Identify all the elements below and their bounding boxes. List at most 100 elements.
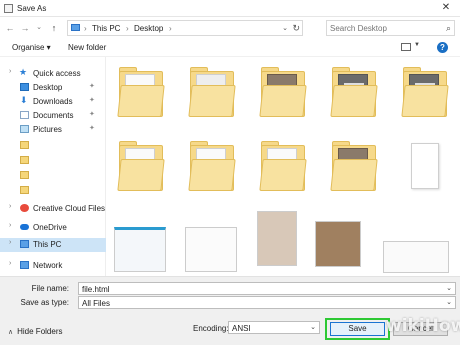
document-thumbnail[interactable]	[185, 227, 237, 272]
hide-folders-button[interactable]: ∧ Hide Folders	[8, 327, 62, 336]
file-list[interactable]	[107, 57, 460, 276]
chevron-down-icon[interactable]: ⌄	[446, 298, 452, 306]
refresh-icon[interactable]: ↻	[292, 23, 300, 34]
network-icon	[20, 261, 29, 269]
file-name-field[interactable]: ⌄	[78, 282, 456, 295]
file-item[interactable]	[397, 137, 453, 199]
address-bar: ← → ⌄ ↑ › This PC › Desktop › ⌄ ↻ ⌕	[0, 17, 460, 39]
crumb-separator: ›	[169, 24, 172, 33]
pin-icon: ✦	[89, 83, 95, 90]
folder-item[interactable]	[255, 63, 311, 125]
chevron-up-icon: ∧	[8, 329, 14, 336]
sidebar-item-creative-cloud[interactable]: › Creative Cloud Files	[0, 202, 106, 215]
folder-item[interactable]	[326, 63, 382, 125]
breadcrumb-this-pc[interactable]: This PC	[92, 24, 120, 33]
sidebar-item-folder[interactable]	[0, 184, 106, 197]
sidebar-item-label: Desktop	[33, 83, 63, 92]
sidebar-item-this-pc[interactable]: › This PC	[0, 238, 106, 252]
new-folder-button[interactable]: New folder	[68, 43, 106, 52]
chevron-down-icon[interactable]: ⌄	[446, 284, 452, 292]
this-pc-icon	[20, 240, 29, 248]
chevron-right-icon[interactable]: ›	[9, 203, 11, 210]
sidebar-item-downloads[interactable]: ⬇ Downloads ✦	[0, 95, 106, 108]
sidebar-item-onedrive[interactable]: › OneDrive	[0, 221, 106, 234]
folder-item[interactable]	[113, 63, 169, 125]
folder-item[interactable]	[255, 137, 311, 199]
folder-icon	[20, 171, 29, 179]
breadcrumb-desktop[interactable]: Desktop	[134, 24, 163, 33]
folder-icon	[20, 186, 29, 194]
document-thumbnail[interactable]	[383, 241, 449, 273]
sidebar-item-folder[interactable]	[0, 139, 106, 152]
desktop-icon	[20, 83, 29, 91]
encoding-value: ANSI	[232, 324, 251, 333]
sidebar-item-documents[interactable]: Documents ✦	[0, 109, 106, 122]
sidebar-item-label: Quick access	[33, 69, 81, 78]
pin-icon: ✦	[89, 97, 95, 104]
sidebar-item-label: Downloads	[33, 97, 73, 106]
star-icon: ★	[19, 67, 28, 77]
folder-item[interactable]	[184, 137, 240, 199]
help-icon[interactable]: ?	[437, 42, 448, 53]
sidebar-item-label: OneDrive	[33, 223, 67, 232]
sidebar-item-network[interactable]: › Network	[0, 259, 106, 272]
folder-item[interactable]	[113, 137, 169, 199]
up-arrow-icon[interactable]: ↑	[48, 22, 60, 34]
folder-item[interactable]	[326, 137, 382, 199]
save-button[interactable]: Save	[330, 322, 385, 336]
sidebar-item-folder[interactable]	[0, 169, 106, 182]
crumb-separator: ›	[126, 24, 129, 33]
chevron-right-icon[interactable]: ›	[9, 222, 11, 229]
sidebar-item-quick-access[interactable]: › ★ Quick access	[0, 67, 106, 80]
creative-cloud-icon	[20, 204, 29, 212]
sidebar-item-desktop[interactable]: Desktop ✦	[0, 81, 106, 94]
forward-arrow-icon[interactable]: →	[19, 22, 31, 34]
sidebar-item-label: Pictures	[33, 125, 62, 134]
search-icon: ⌕	[445, 23, 451, 33]
chevron-down-icon[interactable]: ▼	[414, 42, 420, 48]
sidebar-item-label: Creative Cloud Files	[33, 204, 106, 213]
chevron-right-icon[interactable]: ›	[9, 260, 11, 267]
image-thumbnail[interactable]	[114, 227, 166, 272]
this-pc-icon	[71, 24, 80, 31]
recent-locations-icon[interactable]: ⌄	[33, 22, 45, 34]
documents-icon	[20, 111, 29, 119]
folder-item[interactable]	[184, 63, 240, 125]
folder-icon	[20, 141, 29, 149]
sidebar-item-label: This PC	[33, 240, 62, 249]
sidebar-item-label: Documents	[33, 111, 74, 120]
close-button[interactable]: ✕	[436, 1, 456, 15]
pin-icon: ✦	[89, 111, 95, 118]
save-as-type-label: Save as type:	[20, 298, 69, 307]
title-bar: Save As ✕	[0, 0, 460, 17]
chevron-down-icon[interactable]: ⌄	[310, 323, 316, 331]
search-box[interactable]: ⌕	[326, 20, 455, 36]
sidebar-item-label: Network	[33, 261, 63, 270]
view-options-icon[interactable]	[401, 43, 411, 51]
image-thumbnail[interactable]	[257, 211, 297, 266]
address-box[interactable]: › This PC › Desktop › ⌄ ↻	[67, 20, 303, 36]
chevron-right-icon[interactable]: ›	[9, 239, 11, 246]
file-name-label: File name:	[31, 284, 69, 293]
sidebar-item-pictures[interactable]: Pictures ✦	[0, 123, 106, 136]
organise-button[interactable]: Organise ▾	[12, 43, 51, 52]
chevron-right-icon[interactable]: ›	[9, 68, 11, 75]
window-icon	[4, 4, 13, 13]
pin-icon: ✦	[89, 125, 95, 132]
folder-item[interactable]	[397, 63, 453, 125]
encoding-select[interactable]: ANSI ⌄	[228, 321, 320, 334]
file-name-input[interactable]	[82, 284, 442, 294]
command-bar: Organise ▾ New folder ▼ ?	[0, 39, 460, 57]
window-title: Save As	[17, 4, 47, 13]
address-dropdown-icon[interactable]: ⌄	[282, 24, 288, 32]
onedrive-icon	[20, 224, 29, 230]
search-input[interactable]	[330, 22, 438, 34]
save-as-type-select[interactable]: All Files ⌄	[78, 296, 456, 309]
document-icon	[411, 143, 439, 189]
folder-icon	[20, 156, 29, 164]
sidebar-item-folder[interactable]	[0, 154, 106, 167]
back-arrow-icon[interactable]: ←	[4, 22, 16, 34]
hide-folders-label: Hide Folders	[17, 327, 63, 336]
image-thumbnail[interactable]	[315, 221, 361, 267]
encoding-label: Encoding:	[193, 324, 229, 333]
